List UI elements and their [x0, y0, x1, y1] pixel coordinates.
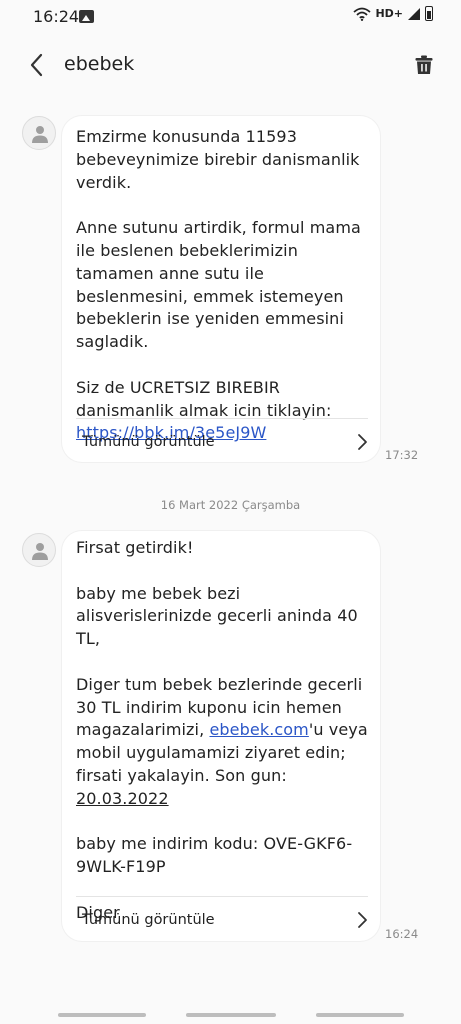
back-arrow-icon[interactable] [20, 48, 54, 82]
message-paragraph: Anne sutunu artirdik, formul mama ile be… [76, 218, 367, 352]
message-paragraph: Siz de UCRETSIZ BIREBIR danismanlik alma… [76, 377, 332, 420]
sender-avatar[interactable] [22, 533, 56, 567]
trash-icon[interactable] [408, 50, 440, 80]
person-icon [32, 126, 48, 143]
chevron-right-icon [358, 912, 367, 928]
gallery-icon [79, 10, 94, 23]
message-paragraph: baby me bebek bezi alisverislerinizde ge… [76, 583, 364, 649]
status-icons: HD+ [353, 6, 433, 21]
battery-icon [425, 6, 433, 21]
person-icon [32, 543, 48, 560]
chevron-right-icon [358, 434, 367, 450]
view-all-label: Tümünü görüntüle [82, 912, 215, 928]
view-all-button[interactable]: Tümünü görüntüle [76, 418, 368, 466]
nav-back-handle[interactable] [316, 1013, 404, 1017]
sender-avatar[interactable] [22, 116, 56, 150]
date-separator: 16 Mart 2022 Çarşamba [160, 498, 301, 512]
message-paragraph: baby me indirim kodu: OVE-GKF6-9WLK-F19P [76, 834, 353, 877]
message-link[interactable]: ebebek.com [209, 720, 308, 739]
wifi-icon [353, 7, 372, 21]
app-bar: ebebek [0, 34, 461, 96]
message-bubble[interactable]: Firsat getirdik! baby me bebek bezi alis… [62, 531, 380, 941]
view-all-button[interactable]: Tümünü görüntüle [76, 896, 368, 944]
message-text: Emzirme konusunda 11593 bebeveynimize bi… [76, 126, 370, 445]
message-paragraph: Firsat getirdik! [76, 538, 194, 557]
nav-recent-handle[interactable] [58, 1013, 146, 1017]
status-bar: 16:24 HD+ [0, 0, 461, 34]
message-time: 16:24 [385, 927, 419, 941]
signal-icon [408, 7, 420, 20]
conversation-title: ebebek [64, 53, 135, 75]
view-all-label: Tümünü görüntüle [82, 434, 215, 450]
network-label: HD+ [375, 7, 403, 20]
nav-home-handle[interactable] [186, 1013, 276, 1017]
date-link[interactable]: 20.03.2022 [76, 789, 169, 808]
message-bubble[interactable]: Emzirme konusunda 11593 bebeveynimize bi… [62, 116, 380, 462]
message-paragraph: Emzirme konusunda 11593 bebeveynimize bi… [76, 127, 365, 192]
status-time: 16:24 [33, 7, 80, 26]
message-text: Firsat getirdik! baby me bebek bezi alis… [76, 537, 370, 925]
message-time: 17:32 [385, 448, 419, 462]
